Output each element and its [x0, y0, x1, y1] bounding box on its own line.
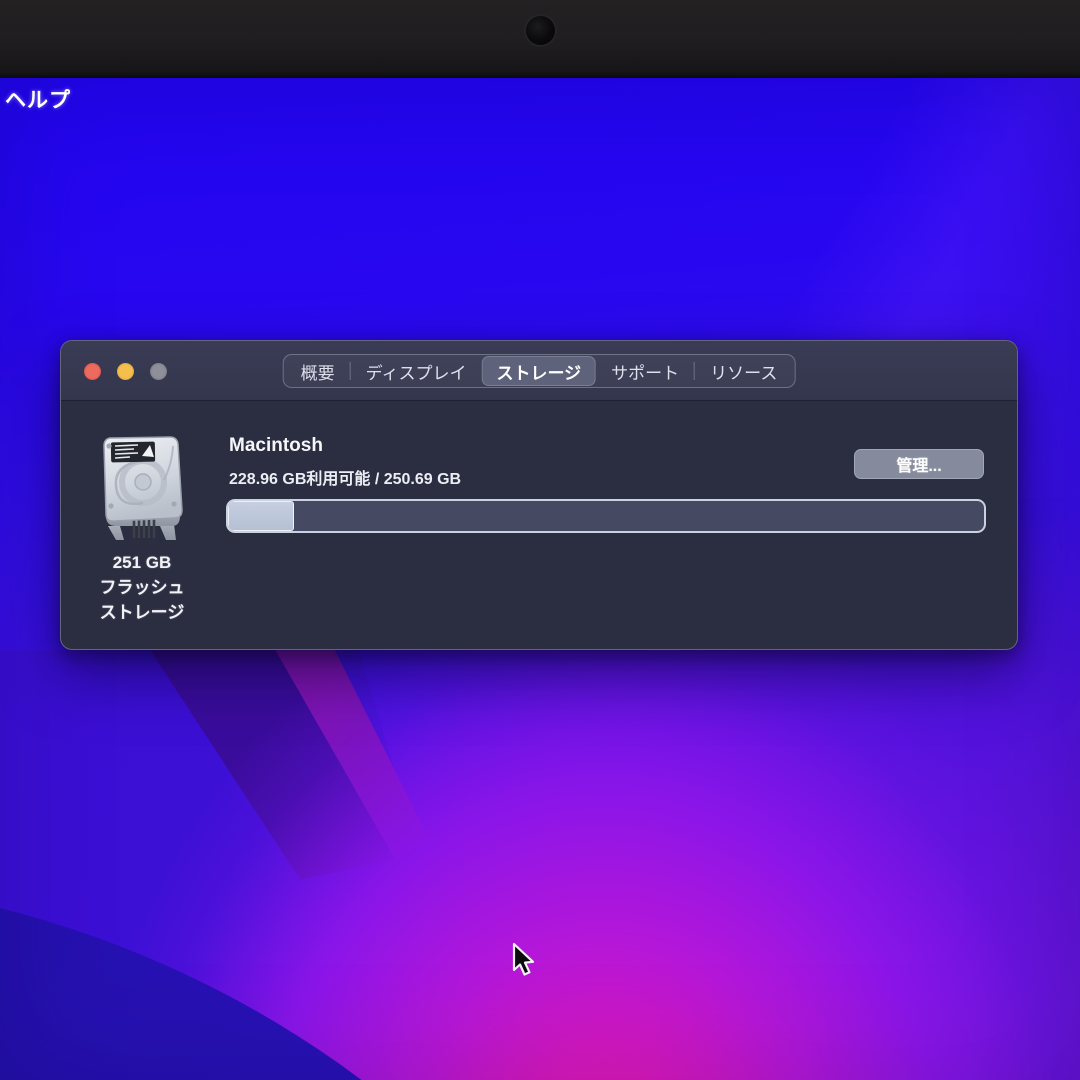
- disk-label-line1: 251 GB: [67, 550, 217, 575]
- zoom-button-disabled: [150, 363, 167, 380]
- about-this-mac-window: 概要 ディスプレイ ストレージ サポート リソース: [60, 340, 1018, 650]
- disk-capacity-label: 251 GB フラッシュ ストレージ: [67, 550, 217, 625]
- tab-storage[interactable]: ストレージ: [481, 356, 596, 386]
- window-titlebar[interactable]: 概要 ディスプレイ ストレージ サポート リソース: [61, 341, 1017, 401]
- storage-bar-used: [228, 501, 294, 531]
- tab-displays[interactable]: ディスプレイ: [351, 356, 482, 386]
- storage-pane: 251 GB フラッシュ ストレージ Macintosh 228.96 GB利用…: [61, 402, 1017, 651]
- menu-bar: ヘルプ: [0, 78, 1080, 112]
- tab-overview[interactable]: 概要: [286, 356, 350, 386]
- hard-drive-icon: [94, 434, 190, 546]
- desktop: ヘルプ 概要 ディスプレイ ストレージ サポート リソース: [0, 78, 1080, 1080]
- tab-support[interactable]: サポート: [596, 356, 694, 386]
- menu-item-help[interactable]: ヘルプ: [5, 84, 71, 114]
- webcam-icon: [526, 16, 555, 45]
- close-button[interactable]: [84, 363, 101, 380]
- volume-available-text: 228.96 GB利用可能 / 250.69 GB: [229, 465, 461, 489]
- tab-resources[interactable]: リソース: [695, 356, 792, 386]
- tab-bar: 概要 ディスプレイ ストレージ サポート リソース: [283, 354, 796, 388]
- volume-name: Macintosh: [229, 435, 323, 457]
- minimize-button[interactable]: [117, 363, 134, 380]
- arrow-cursor: [506, 940, 538, 980]
- disk-label-line2: フラッシュ: [67, 575, 217, 600]
- storage-usage-bar: [226, 499, 986, 533]
- disk-label-line3: ストレージ: [67, 600, 217, 625]
- photo-of-screen: ヘルプ 概要 ディスプレイ ストレージ サポート リソース: [0, 0, 1080, 1080]
- display-bezel: [0, 0, 1080, 78]
- manage-button[interactable]: 管理...: [854, 449, 984, 479]
